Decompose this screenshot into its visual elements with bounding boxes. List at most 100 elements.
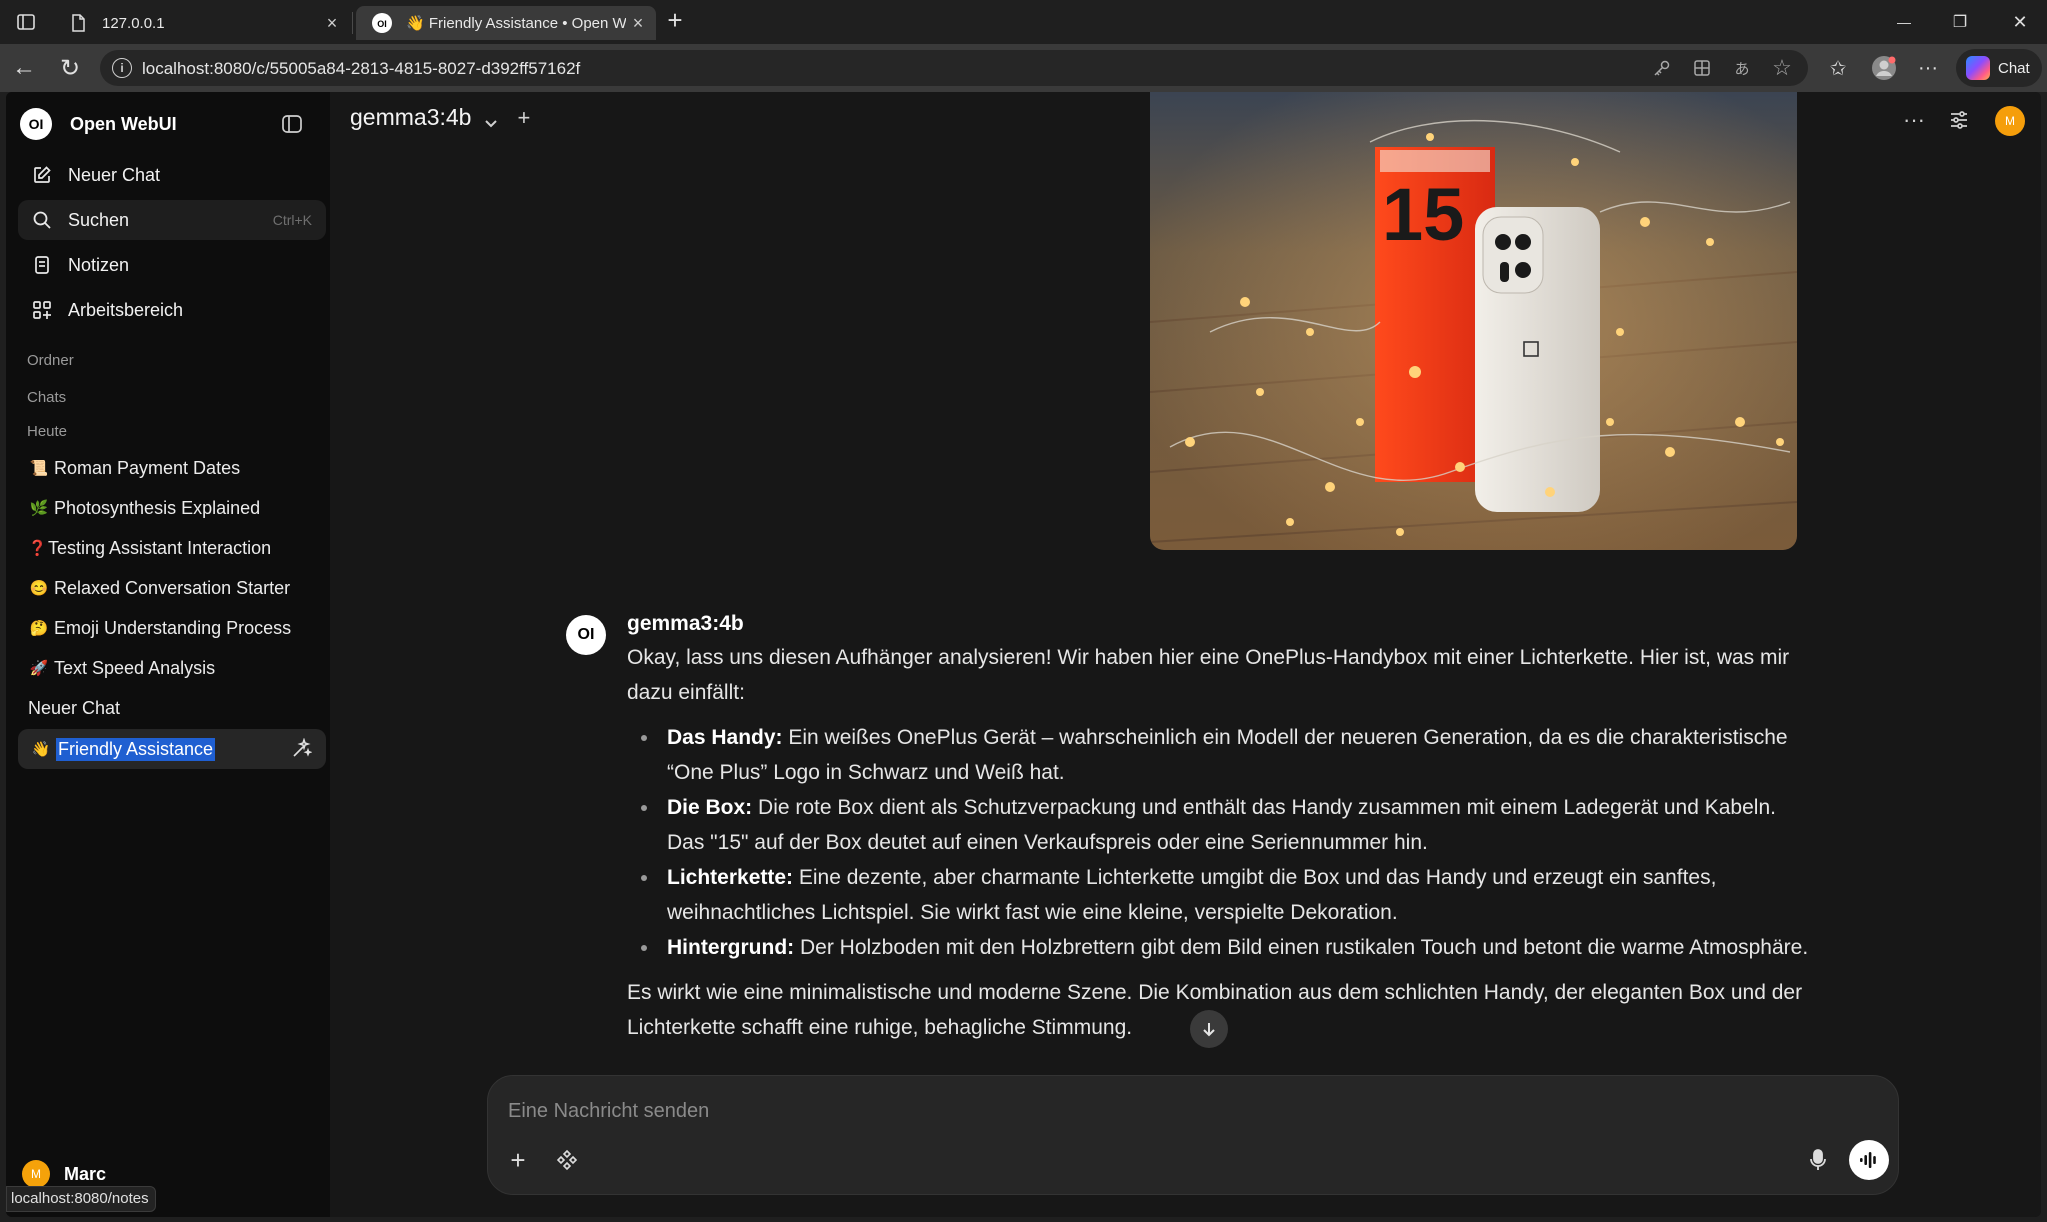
favorite-star-icon[interactable]: ☆ xyxy=(1770,55,1794,80)
restore-button[interactable]: ❐ xyxy=(1938,6,1982,38)
reload-button[interactable]: ↻ xyxy=(54,52,86,84)
chat-item-friendly-assistance[interactable]: 👋 Friendly Assistance xyxy=(18,729,326,769)
microphone-icon[interactable] xyxy=(1802,1144,1834,1176)
copilot-chat-button[interactable]: Chat xyxy=(1956,49,2042,87)
window-close-button[interactable]: ✕ xyxy=(1998,6,2042,38)
sidebar-item-notes[interactable]: Notizen xyxy=(18,245,326,285)
more-options-icon[interactable]: ··· xyxy=(1900,106,1928,134)
chat-item-new-chat[interactable]: Neuer Chat xyxy=(28,690,326,726)
voice-mode-button[interactable] xyxy=(1849,1140,1889,1180)
profile-icon[interactable] xyxy=(1868,52,1900,84)
chat-emoji: 🌿 xyxy=(29,500,49,517)
chat-item-testing-assistant[interactable]: ❓ Testing Assistant Interaction xyxy=(28,530,326,566)
settings-more-button[interactable]: ··· xyxy=(1912,52,1944,84)
tab-title: 👋 Friendly Assistance • Open W xyxy=(406,15,626,32)
key-icon[interactable] xyxy=(1650,56,1674,80)
chat-title: Neuer Chat xyxy=(28,697,121,718)
status-bar-url: localhost:8080/notes xyxy=(6,1186,156,1212)
site-info-icon[interactable]: i xyxy=(112,58,132,78)
sidebar-item-label: Arbeitsbereich xyxy=(68,299,184,320)
back-button[interactable]: ← xyxy=(8,52,40,84)
tools-icon[interactable] xyxy=(551,1144,583,1176)
chevron-down-icon xyxy=(483,110,499,127)
brand-logo: OI xyxy=(20,108,52,140)
sidebar-toggle-icon[interactable] xyxy=(280,112,304,136)
tab-friendly-assistance[interactable]: OI 👋 Friendly Assistance • Open W × xyxy=(356,6,656,40)
chat-title: Testing Assistant Interaction xyxy=(48,537,272,558)
chat-item-relaxed-conversation[interactable]: 😊 Relaxed Conversation Starter xyxy=(28,570,326,606)
tab-separator xyxy=(352,12,353,34)
section-folders[interactable]: Ordner xyxy=(27,352,74,369)
chat-emoji: 🤔 xyxy=(29,620,49,637)
avatar: M xyxy=(22,1160,50,1188)
add-model-button[interactable]: + xyxy=(517,105,530,131)
copilot-label: Chat xyxy=(1998,59,2030,77)
new-tab-button[interactable]: + xyxy=(659,4,691,36)
scroll-down-button[interactable] xyxy=(1190,1010,1228,1048)
notes-icon xyxy=(30,253,54,277)
sparkle-icon[interactable] xyxy=(290,737,313,760)
chat-emoji: 😊 xyxy=(29,580,49,597)
workspace-icon xyxy=(30,298,54,322)
close-icon[interactable]: × xyxy=(320,11,344,35)
chat-title: Relaxed Conversation Starter xyxy=(54,577,291,598)
minimize-button[interactable]: — xyxy=(1882,6,1926,38)
message-bullets: Das Handy: Ein weißes OnePlus Gerät – wa… xyxy=(627,720,1817,965)
list-item: Lichterkette: Eine dezente, aber charman… xyxy=(627,860,1817,930)
section-chats[interactable]: Chats xyxy=(27,389,66,406)
address-bar[interactable]: i localhost:8080/c/55005a84-2813-4815-80… xyxy=(100,50,1808,86)
model-selector[interactable]: gemma3:4b + xyxy=(350,104,530,131)
translate-icon[interactable]: あ xyxy=(1730,56,1754,80)
chat-item-roman-payment-dates[interactable]: 📜 Roman Payment Dates xyxy=(28,450,326,486)
browser-tab-strip: 127.0.0.1 × OI 👋 Friendly Assistance • O… xyxy=(0,0,2047,44)
page-icon xyxy=(68,13,88,33)
uploaded-image[interactable]: 15 xyxy=(1150,92,1797,550)
sidebar-item-new-chat[interactable]: Neuer Chat xyxy=(18,155,326,195)
brand[interactable]: OI Open WebUI xyxy=(20,106,177,142)
apps-icon[interactable] xyxy=(1690,56,1714,80)
close-icon[interactable]: × xyxy=(626,11,650,35)
chat-item-text-speed[interactable]: 🚀 Text Speed Analysis xyxy=(28,650,326,686)
tab-actions-icon[interactable] xyxy=(10,6,42,38)
search-icon xyxy=(30,208,54,232)
message-input[interactable] xyxy=(508,1100,1808,1123)
chat-title[interactable]: Friendly Assistance xyxy=(56,737,216,761)
address-url[interactable]: localhost:8080/c/55005a84-2813-4815-8027… xyxy=(142,59,580,79)
assistant-avatar: OI xyxy=(566,615,606,655)
chat-emoji: 🚀 xyxy=(29,660,49,677)
tab-localhost[interactable]: 127.0.0.1 × xyxy=(52,6,350,40)
list-item: Die Box: Die rote Box dient als Schutzve… xyxy=(627,790,1817,860)
browser-toolbar: ← ↻ i localhost:8080/c/55005a84-2813-481… xyxy=(0,44,2047,92)
sidebar-item-label: Neuer Chat xyxy=(68,164,161,185)
edit-icon xyxy=(30,163,54,187)
chat-emoji: 👋 xyxy=(31,741,51,758)
svg-text:OI: OI xyxy=(377,19,387,29)
list-item: Hintergrund: Der Holzboden mit den Holzb… xyxy=(627,930,1817,965)
favorites-icon[interactable]: ✩ xyxy=(1822,52,1854,84)
chat-main: gemma3:4b + ··· M 15 OI gemma3:4b Okay, … xyxy=(330,92,2041,1217)
chat-title: Emoji Understanding Process xyxy=(54,617,292,638)
sidebar-item-search[interactable]: Suchen Ctrl+K xyxy=(18,200,326,240)
brand-name: Open WebUI xyxy=(70,113,177,134)
avatar[interactable]: M xyxy=(1995,106,2025,136)
chat-title: Roman Payment Dates xyxy=(54,457,241,478)
controls-icon[interactable] xyxy=(1945,106,1973,134)
tab-title: 127.0.0.1 xyxy=(102,14,165,32)
assistant-model-name: gemma3:4b xyxy=(627,612,744,635)
attach-button[interactable]: + xyxy=(502,1144,534,1176)
user-menu[interactable]: M Marc xyxy=(22,1160,106,1188)
section-today: Heute xyxy=(27,423,68,440)
sidebar-item-label: Notizen xyxy=(68,254,130,275)
box-number: 15 xyxy=(1382,173,1464,256)
user-name: Marc xyxy=(64,1163,107,1184)
sidebar: OI Open WebUI Neuer Chat Suchen Ctrl+K N… xyxy=(6,92,330,1217)
copilot-icon xyxy=(1966,56,1990,80)
sidebar-item-workspace[interactable]: Arbeitsbereich xyxy=(18,290,326,330)
chat-title: Text Speed Analysis xyxy=(54,657,216,678)
assistant-message: Okay, lass uns diesen Aufhänger analysie… xyxy=(627,640,1817,1045)
chat-item-photosynthesis[interactable]: 🌿 Photosynthesis Explained xyxy=(28,490,326,526)
open-webui-app: OI Open WebUI Neuer Chat Suchen Ctrl+K N… xyxy=(6,92,2041,1217)
openwebui-favicon-icon: OI xyxy=(372,13,392,33)
chat-item-emoji-understanding[interactable]: 🤔 Emoji Understanding Process xyxy=(28,610,326,646)
model-name: gemma3:4b xyxy=(350,104,472,130)
